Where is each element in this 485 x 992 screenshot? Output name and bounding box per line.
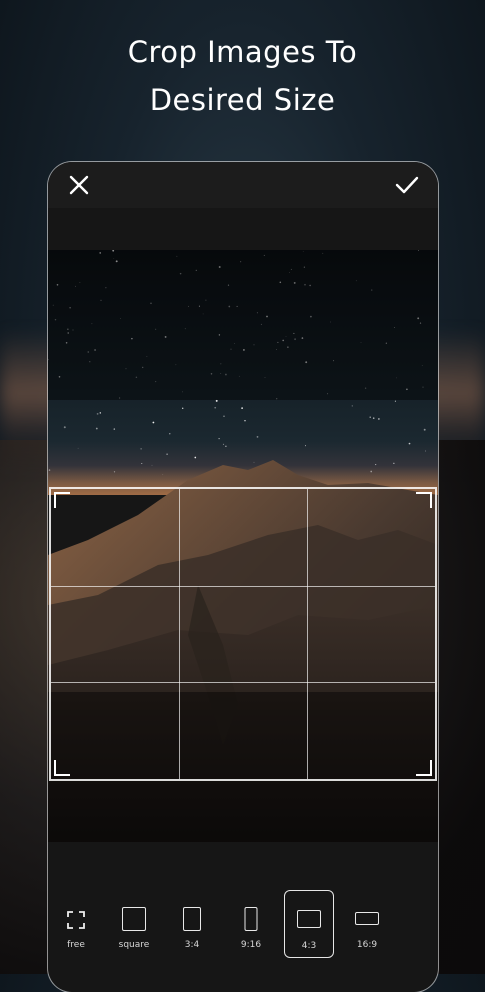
aspect-ratio-bar: free square 3:4 9:16 4:3 16:9 [48, 890, 438, 960]
check-icon [395, 176, 419, 194]
star [215, 399, 218, 402]
crop-frame[interactable] [49, 487, 437, 781]
star [423, 428, 426, 431]
grid-line-vertical-1 [178, 489, 180, 779]
editor-top-bar [48, 162, 438, 208]
ratio-label: 3:4 [184, 940, 200, 950]
ratio-label: 9:16 [240, 940, 262, 950]
grid-line-horizontal-2 [51, 682, 435, 684]
ratio-option-9-16[interactable]: 9:16 [226, 890, 276, 958]
ratio-option-square[interactable]: square [109, 890, 159, 958]
ratio-option-16-9[interactable]: 16:9 [342, 890, 392, 958]
star [241, 407, 243, 409]
star [394, 400, 396, 402]
confirm-button[interactable] [394, 172, 420, 198]
close-icon [69, 175, 89, 195]
star [218, 437, 220, 440]
star [63, 426, 66, 429]
crop-handle-top-right[interactable] [416, 492, 432, 508]
star [372, 417, 375, 419]
phone-frame: free square 3:4 9:16 4:3 16:9 [48, 162, 438, 992]
photo-canvas[interactable] [48, 250, 438, 842]
headline-line-1: Crop Images To [127, 35, 358, 69]
close-button[interactable] [66, 172, 92, 198]
crop-handle-bottom-right[interactable] [416, 760, 432, 776]
ratio-4-3-icon [297, 910, 321, 928]
grid-line-vertical-2 [306, 489, 308, 779]
crop-handle-bottom-left[interactable] [54, 760, 70, 776]
headline-line-2: Desired Size [149, 83, 336, 117]
star [96, 413, 99, 415]
star [152, 421, 155, 424]
star [369, 416, 371, 418]
grid-line-horizontal-1 [51, 585, 435, 587]
ratio-label: 4:3 [301, 941, 317, 951]
ratio-label: 16:9 [356, 940, 378, 950]
ratio-option-4-3[interactable]: 4:3 [284, 890, 334, 958]
ratio-label: square [118, 940, 150, 950]
star [244, 419, 246, 422]
ratio-label: free [67, 940, 85, 950]
star [351, 405, 353, 407]
headline: Crop Images To Desired Size [0, 28, 485, 124]
star [95, 427, 98, 430]
ratio-option-free[interactable]: free [51, 890, 101, 958]
star [223, 415, 225, 417]
ratio-16-9-icon [355, 912, 379, 925]
star [113, 428, 116, 430]
free-crop-icon [67, 911, 85, 929]
star [99, 412, 102, 414]
crop-outside-top [48, 250, 438, 400]
ratio-option-3-4[interactable]: 3:4 [167, 890, 217, 958]
star [182, 407, 184, 409]
crop-handle-top-left[interactable] [54, 492, 70, 508]
ratio-3-4-icon [183, 907, 201, 931]
star [378, 418, 380, 420]
star [169, 433, 171, 435]
ratio-9-16-icon [244, 907, 258, 931]
square-ratio-icon [122, 907, 146, 931]
star [256, 436, 259, 438]
star [214, 406, 217, 409]
